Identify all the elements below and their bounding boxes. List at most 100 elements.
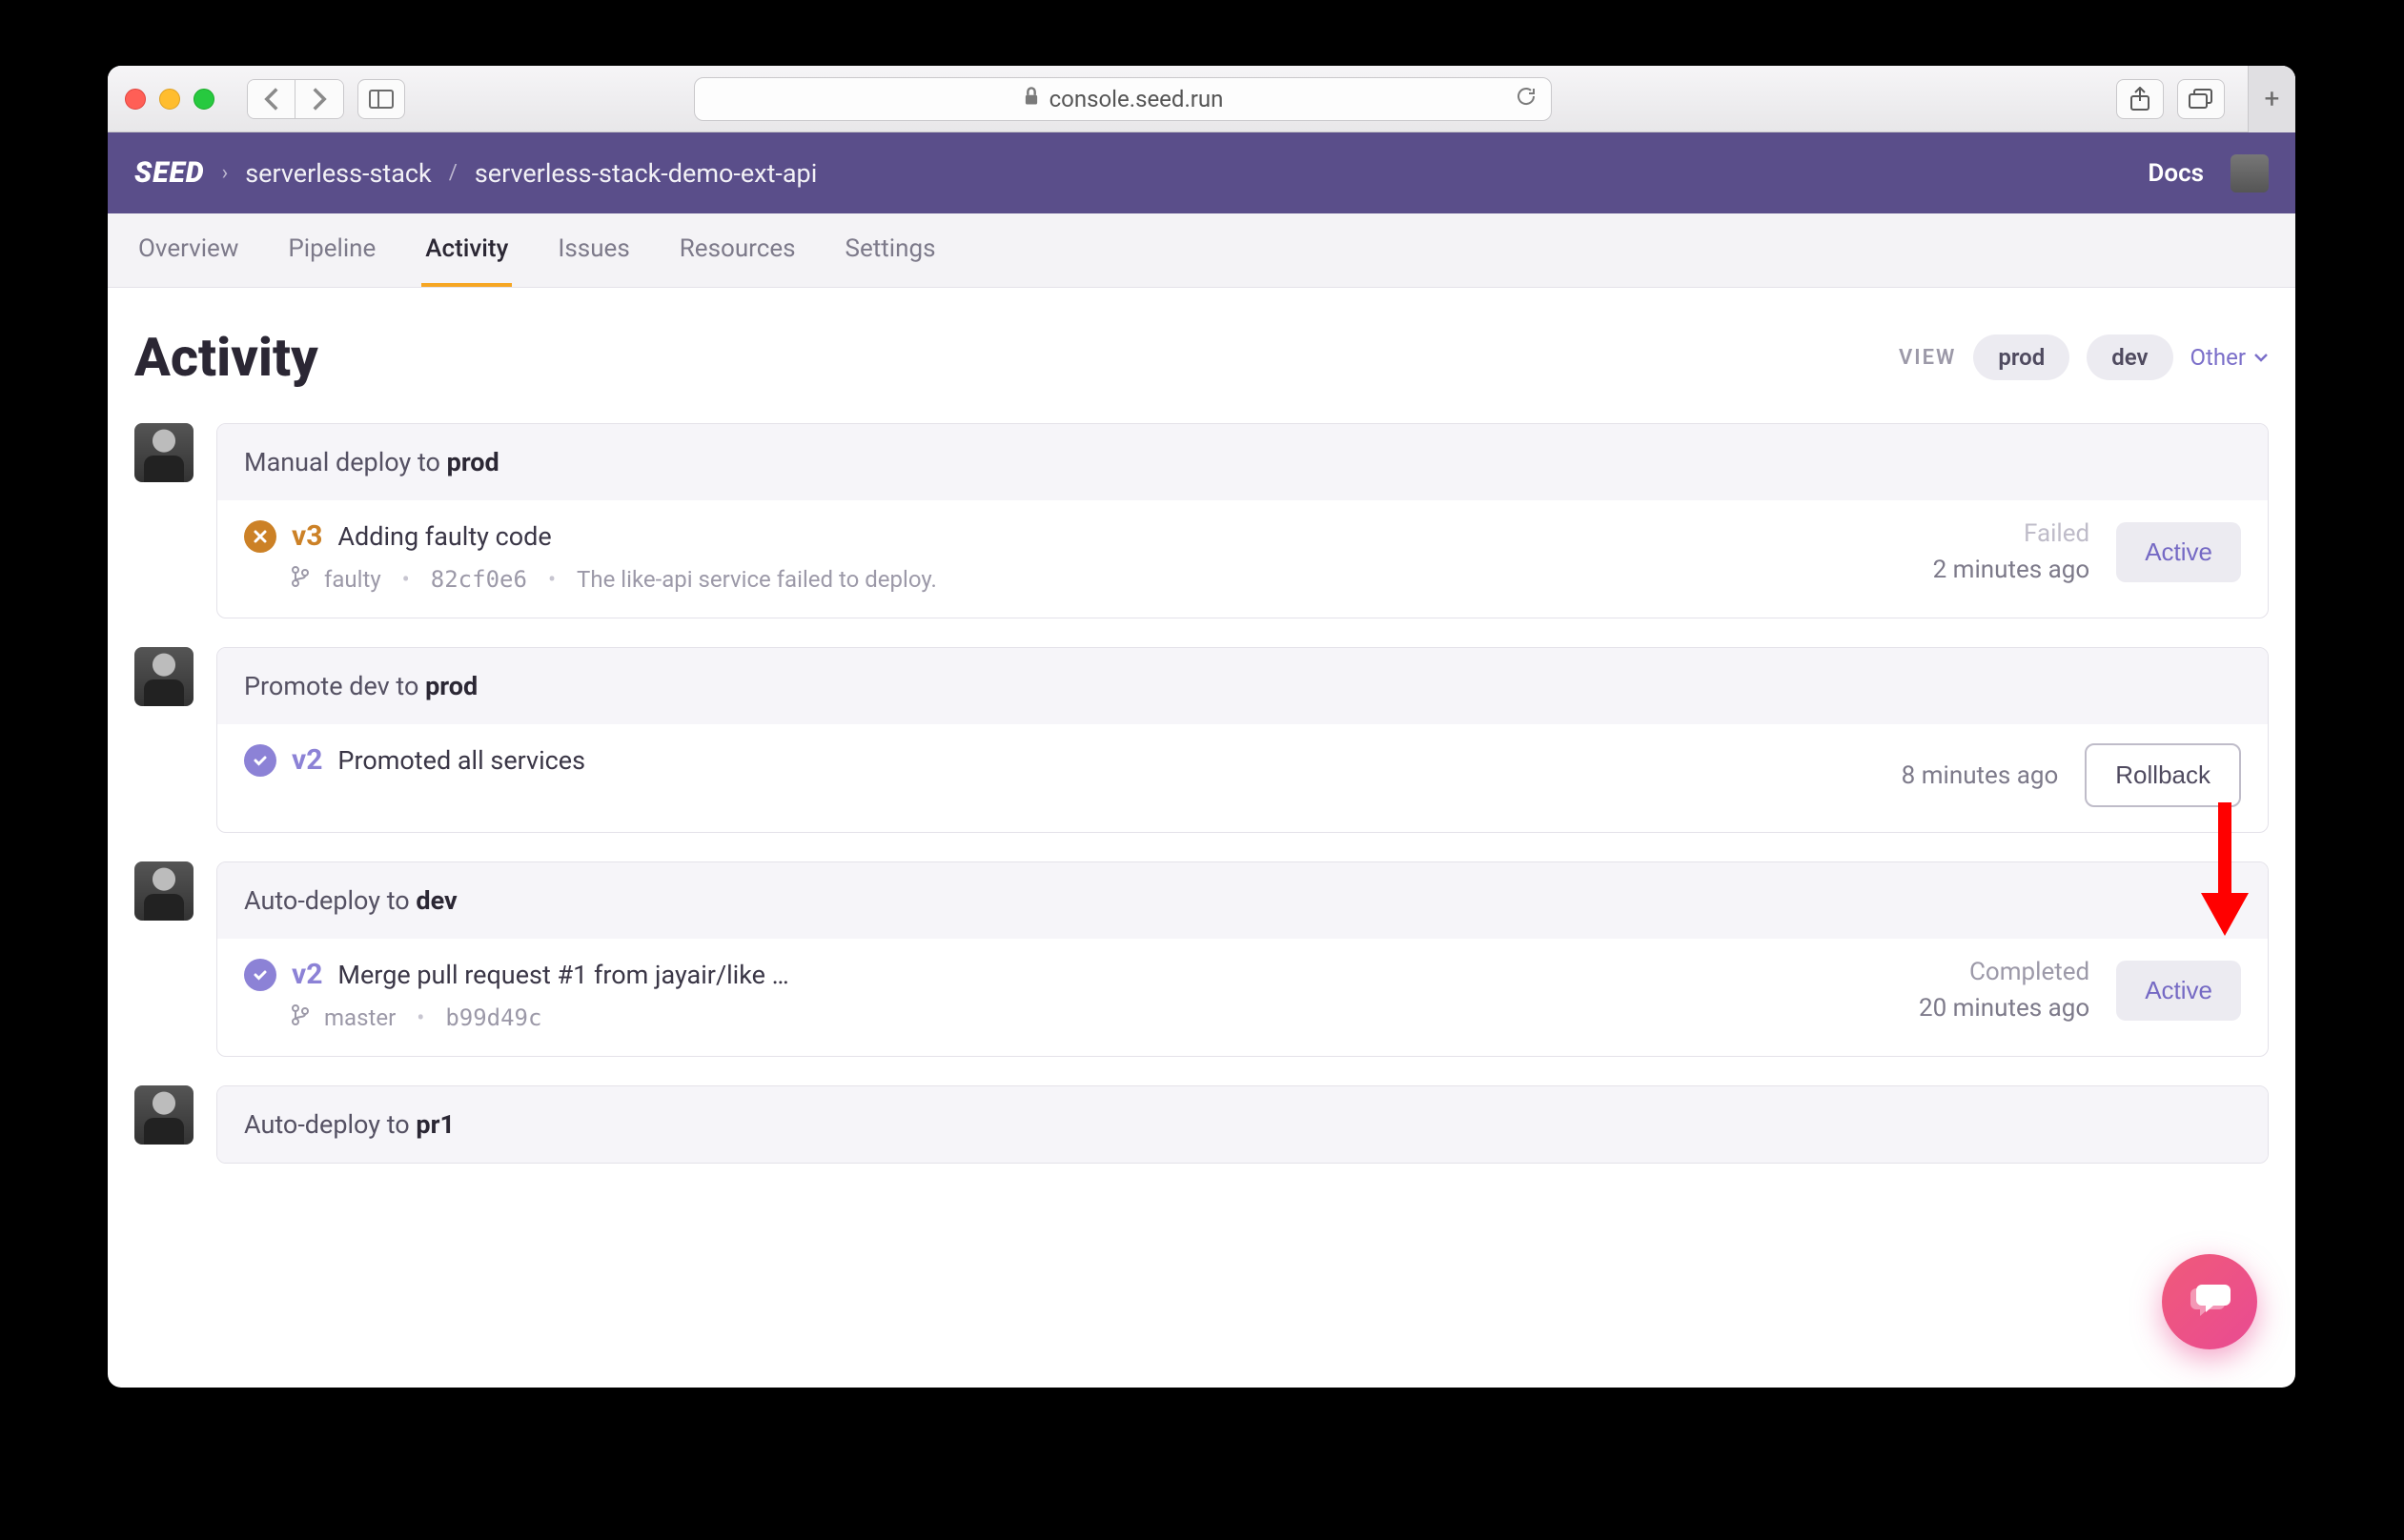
breadcrumb-separator: / — [449, 161, 458, 185]
page-head: Activity VIEW prod dev Other — [134, 326, 2269, 389]
browser-right-tools: + — [2116, 79, 2278, 119]
tab-overview[interactable]: Overview — [134, 213, 242, 287]
url-bar[interactable]: console.seed.run — [694, 77, 1552, 121]
card-body: v2 Merge pull request #1 from jayair/like… — [217, 939, 2268, 1056]
status-text: Completed — [1919, 958, 2089, 986]
browser-titlebar: console.seed.run + — [108, 66, 2295, 132]
page-title: Activity — [134, 326, 318, 389]
card-body: v3 Adding faulty code faulty82cf0e6The lik… — [217, 500, 2268, 618]
docs-link[interactable]: Docs — [2148, 159, 2204, 188]
card-body-left: v2 Promoted all services — [244, 743, 585, 777]
view-other-label: Other — [2190, 344, 2246, 371]
line1: v3 Adding faulty code — [244, 519, 937, 553]
card-head-prefix: Manual deploy to — [244, 447, 447, 477]
time-text: 20 minutes ago — [1919, 994, 2089, 1023]
card-head: Auto-deploy to pr1 — [217, 1086, 2268, 1163]
version-label[interactable]: v2 — [292, 743, 322, 777]
sidebar-toggle-button[interactable] — [357, 79, 405, 119]
row-avatar[interactable] — [134, 647, 194, 706]
row-avatar[interactable] — [134, 861, 194, 921]
card-head-prefix: Promote dev to — [244, 671, 425, 701]
reload-icon[interactable] — [1515, 85, 1538, 113]
share-button[interactable] — [2116, 79, 2164, 119]
rollback-button[interactable]: Rollback — [2085, 743, 2241, 807]
card-body-right: Completed 20 minutes ago Active — [1919, 958, 2241, 1023]
row-avatar[interactable] — [134, 1085, 194, 1145]
tab-resources[interactable]: Resources — [676, 213, 800, 287]
breadcrumb-separator: › — [222, 161, 229, 185]
card-head-target: prod — [425, 671, 478, 701]
tab-activity[interactable]: Activity — [421, 213, 512, 287]
activity-card: Promote dev to prod v2 Promoted all servic… — [216, 647, 2269, 833]
status-column: 8 minutes ago — [1902, 761, 2059, 790]
time-text: 8 minutes ago — [1902, 761, 2059, 790]
commit-message: Promoted all services — [337, 745, 585, 776]
tab-settings[interactable]: Settings — [842, 213, 940, 287]
row-avatar[interactable] — [134, 423, 194, 482]
dot-separator — [397, 566, 416, 593]
card-head-target: prod — [447, 447, 499, 477]
share-icon — [2129, 87, 2150, 111]
tabs-icon — [2189, 89, 2213, 110]
nav-buttons — [247, 79, 344, 119]
card-head-target: pr1 — [416, 1109, 455, 1140]
view-controls: VIEW prod dev Other — [1899, 334, 2269, 380]
card-body: v2 Promoted all services 8 minutes ago Roll… — [217, 724, 2268, 832]
activity-card: Auto-deploy to pr1 — [216, 1085, 2269, 1164]
logo[interactable]: SEED — [134, 156, 205, 190]
view-other-dropdown[interactable]: Other — [2190, 344, 2269, 371]
success-icon — [244, 744, 276, 777]
active-button[interactable]: Active — [2116, 522, 2241, 582]
tab-pipeline[interactable]: Pipeline — [284, 213, 379, 287]
app-header-right: Docs — [2148, 154, 2269, 192]
branch-name: master — [324, 1004, 396, 1031]
activity-row: Manual deploy to prod v3 Adding faulty cod… — [134, 423, 2269, 618]
card-body-left: v2 Merge pull request #1 from jayair/like… — [244, 958, 789, 1031]
chevron-right-icon — [311, 86, 328, 112]
view-pill-dev[interactable]: dev — [2087, 334, 2172, 380]
window-close-button[interactable] — [125, 89, 146, 110]
caret-down-icon — [2253, 353, 2269, 362]
card-head-prefix: Auto-deploy to — [244, 885, 416, 916]
tab-issues[interactable]: Issues — [554, 213, 633, 287]
commit-hash[interactable]: 82cf0e6 — [431, 566, 527, 593]
back-button[interactable] — [248, 80, 295, 118]
breadcrumb-org[interactable]: serverless-stack — [245, 158, 432, 189]
commit-message: Adding faulty code — [337, 521, 551, 552]
view-pill-prod[interactable]: prod — [1973, 334, 2069, 380]
nav-tabs: Overview Pipeline Activity Issues Resour… — [108, 213, 2295, 288]
user-avatar[interactable] — [2231, 154, 2269, 192]
commit-hash[interactable]: b99d49c — [445, 1004, 541, 1031]
chat-button[interactable] — [2162, 1254, 2257, 1349]
activity-card: Manual deploy to prod v3 Adding faulty cod… — [216, 423, 2269, 618]
app-header: SEED › serverless-stack / serverless-sta… — [108, 132, 2295, 213]
activity-card: Auto-deploy to dev v2 Merge pull request #… — [216, 861, 2269, 1057]
activity-row: Promote dev to prod v2 Promoted all servic… — [134, 647, 2269, 833]
active-button[interactable]: Active — [2116, 961, 2241, 1021]
version-label[interactable]: v3 — [292, 519, 322, 553]
line2: faulty82cf0e6The like-api service failed… — [244, 566, 937, 593]
commit-message: Merge pull request #1 from jayair/like … — [337, 960, 788, 990]
window-maximize-button[interactable] — [194, 89, 214, 110]
forward-button[interactable] — [295, 80, 343, 118]
card-head: Manual deploy to prod — [217, 424, 2268, 500]
card-head-target: dev — [416, 885, 457, 916]
version-label[interactable]: v2 — [292, 958, 322, 991]
line1: v2 Promoted all services — [244, 743, 585, 777]
time-text: 2 minutes ago — [1933, 556, 2090, 584]
card-head: Promote dev to prod — [217, 648, 2268, 724]
breadcrumb-project[interactable]: serverless-stack-demo-ext-api — [475, 158, 817, 189]
card-head: Auto-deploy to dev — [217, 862, 2268, 939]
url-text: console.seed.run — [1049, 86, 1224, 112]
card-body-right: 8 minutes ago Rollback — [1902, 743, 2241, 807]
lock-icon — [1023, 86, 1040, 112]
fail-icon — [244, 520, 276, 553]
new-tab-button[interactable]: + — [2248, 66, 2295, 132]
window-minimize-button[interactable] — [159, 89, 180, 110]
deploy-detail: The like-api service failed to deploy. — [577, 566, 937, 593]
tabs-button[interactable] — [2177, 79, 2225, 119]
traffic-lights — [125, 89, 214, 110]
dot-separator — [411, 1004, 430, 1031]
status-column: Failed2 minutes ago — [1933, 519, 2090, 584]
dot-separator — [542, 566, 561, 593]
